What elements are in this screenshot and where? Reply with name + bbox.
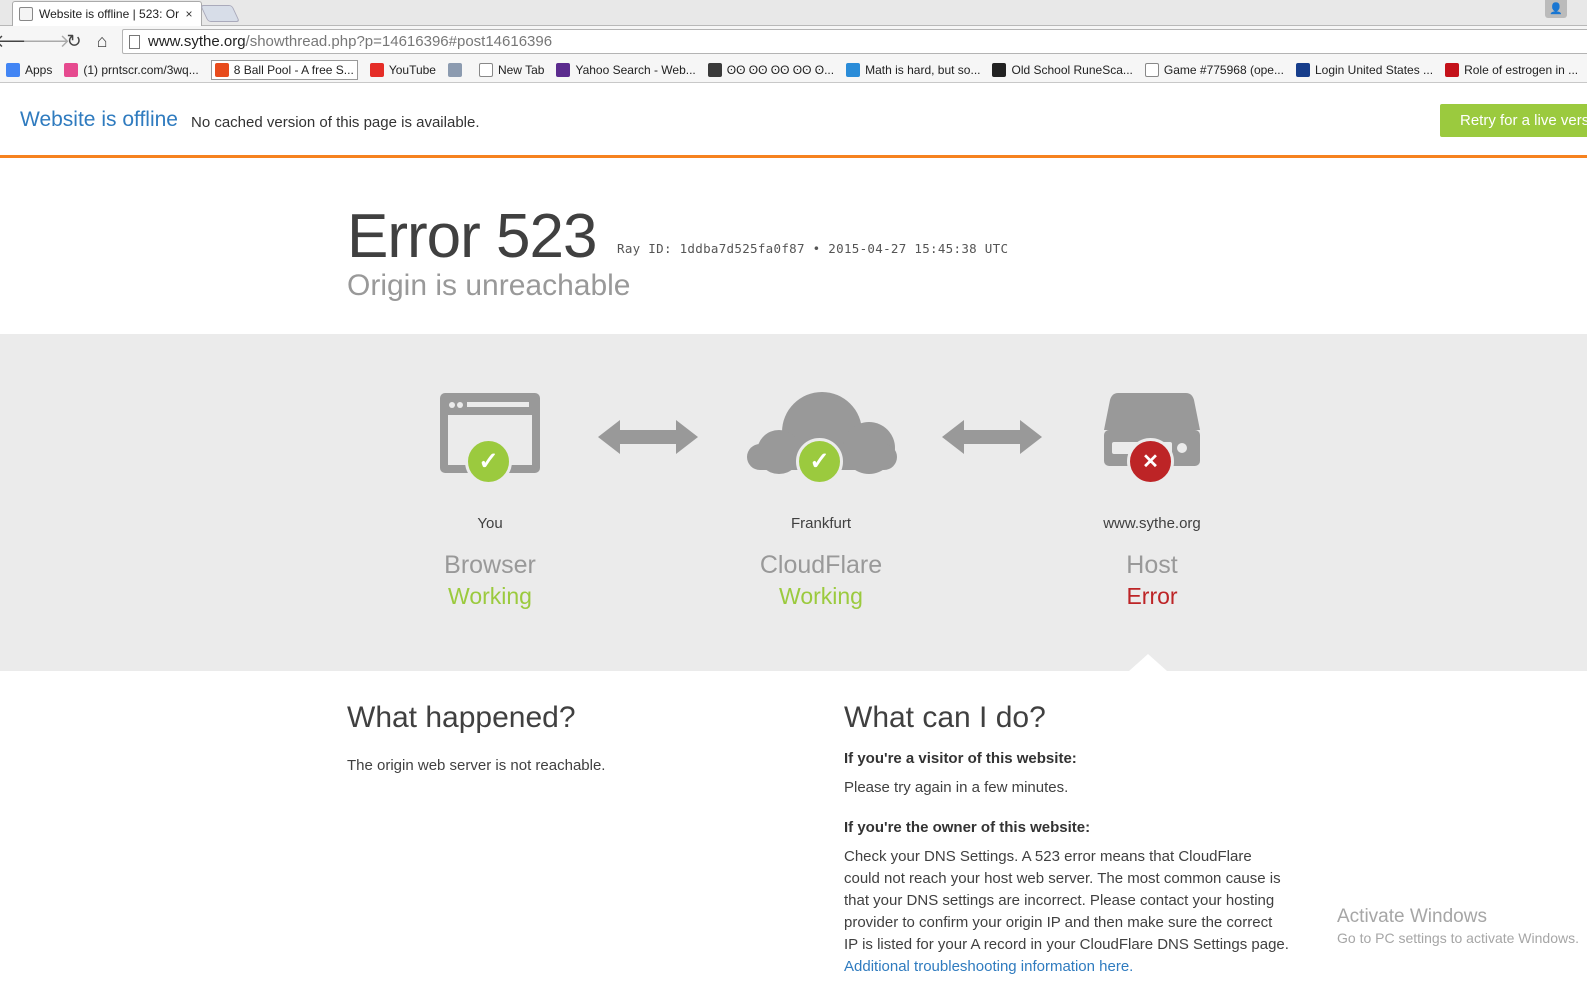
retry-button[interactable]: Retry for a live version <box>1440 104 1587 137</box>
explanation-section: What happened? The origin web server is … <box>0 671 1587 1006</box>
bookmark-label: 8 Ball Pool - A free S... <box>233 62 354 77</box>
ray-id: Ray ID: 1ddba7d525fa0f87 • 2015-04-27 15… <box>617 241 1009 256</box>
activation-watermark: Activate Windows Go to PC settings to ac… <box>1337 906 1579 946</box>
node-name: Host <box>1126 551 1178 579</box>
bookmark-label: YouTube <box>388 62 436 77</box>
node-host: ✕ www.sythe.org Host Error <box>1032 334 1272 609</box>
bookmark-item[interactable]: (1) prntscr.com/3wq... <box>64 62 199 77</box>
new-tab-button[interactable] <box>200 5 240 22</box>
what-happened-text: The origin web server is not reachable. <box>347 757 606 774</box>
error-page: Website is offline No cached version of … <box>0 84 1587 1006</box>
bookmark-label: Math is hard, but so... <box>865 62 981 77</box>
error-subtitle: Origin is unreachable <box>347 269 631 302</box>
error-header: Error 523 Ray ID: 1ddba7d525fa0f87 • 201… <box>0 161 1587 334</box>
reload-icon[interactable]: ↻ <box>60 28 88 56</box>
double-arrow-icon <box>598 420 698 454</box>
bookmark-item[interactable]: ʘʘ ʘʘ ʘʘ ʘʘ ʘ... <box>707 62 835 77</box>
offline-title: Website is offline <box>20 108 178 131</box>
bookmark-label: Login United States ... <box>1314 62 1434 77</box>
watermark-line1: Activate Windows <box>1337 906 1487 927</box>
bookmark-favicon-icon <box>556 62 571 77</box>
error-code: Error 523 <box>347 202 597 271</box>
bookmark-favicon-icon <box>6 62 20 77</box>
tab-strip: Website is offline | 523: Or × 👤 <box>0 0 1587 26</box>
bookmark-item[interactable]: New Tab <box>478 62 545 77</box>
url-path: /showthread.php?p=14616396#post14616396 <box>245 33 553 50</box>
bookmark-label: Game #775968 (ope... <box>1163 62 1284 77</box>
page-favicon-icon <box>19 7 33 21</box>
bookmark-favicon-icon <box>846 62 861 77</box>
offline-bar: Website is offline No cached version of … <box>0 84 1587 158</box>
error-x-icon: ✕ <box>1127 438 1174 485</box>
home-icon[interactable]: ⌂ <box>88 28 116 56</box>
node-status: Working <box>448 583 532 609</box>
node-location: www.sythe.org <box>1103 515 1201 532</box>
bookmark-label: New Tab <box>497 62 545 77</box>
bookmark-favicon-icon <box>64 62 79 77</box>
bookmark-label: Apps <box>25 62 53 77</box>
status-diagram: ✓ You Browser Working ✓ Frankfurt CloudF <box>0 334 1587 671</box>
bookmark-favicon-icon <box>1295 62 1310 77</box>
bookmark-favicon-icon <box>707 62 722 77</box>
close-tab-icon[interactable]: × <box>183 7 195 21</box>
bookmark-favicon-icon <box>447 62 462 77</box>
bookmark-favicon-icon <box>1445 62 1460 77</box>
address-bar[interactable]: www.sythe.org/showthread.php?p=14616396#… <box>122 29 1587 54</box>
node-location: Frankfurt <box>790 515 851 532</box>
node-status: Working <box>779 583 863 609</box>
watermark-line2: Go to PC settings to activate Windows. <box>1337 930 1579 946</box>
page-icon <box>129 34 140 49</box>
owner-heading: If you're the owner of this website: <box>844 819 1091 836</box>
bookmark-item[interactable]: Old School RuneSca... <box>992 62 1133 77</box>
bookmark-favicon-icon <box>214 62 229 77</box>
node-name: CloudFlare <box>759 551 883 579</box>
working-check-icon: ✓ <box>465 438 512 485</box>
bookmark-label: Old School RuneSca... <box>1011 62 1133 77</box>
bookmark-item[interactable] <box>447 62 467 77</box>
bookmark-label: (1) prntscr.com/3wq... <box>83 62 199 77</box>
bookmark-label: Yahoo Search - Web... <box>575 62 696 77</box>
troubleshooting-link[interactable]: Additional troubleshooting information h… <box>844 958 1133 975</box>
owner-text: Check your DNS Settings. A 523 error mea… <box>844 846 1289 978</box>
bookmark-favicon-icon <box>992 62 1007 77</box>
node-status: Error <box>1126 583 1178 609</box>
visitor-text: Please try again in a few minutes. <box>844 779 1069 796</box>
bookmark-favicon-icon <box>478 62 493 77</box>
error-pointer <box>1129 654 1167 671</box>
bookmark-item[interactable]: 8 Ball Pool - A free S... <box>210 59 358 80</box>
node-location: You <box>477 515 503 532</box>
offline-message: No cached version of this page is availa… <box>191 114 480 131</box>
browser-tab[interactable]: Website is offline | 523: Or × <box>12 1 202 26</box>
bookmark-item[interactable]: Game #775968 (ope... <box>1144 62 1284 77</box>
node-cloudflare: ✓ Frankfurt CloudFlare Working <box>701 334 941 609</box>
forward-icon[interactable]: 🡒 <box>22 28 70 56</box>
bookmark-favicon-icon <box>1144 62 1159 77</box>
bookmark-item[interactable]: Yahoo Search - Web... <box>556 62 696 77</box>
what-can-i-do-title: What can I do? <box>844 701 1046 734</box>
double-arrow-icon <box>942 420 1042 454</box>
owner-text-body: Check your DNS Settings. A 523 error mea… <box>844 848 1289 953</box>
visitor-heading: If you're a visitor of this website: <box>844 750 1077 767</box>
url-host: www.sythe.org <box>148 33 246 50</box>
node-browser: ✓ You Browser Working <box>370 334 610 609</box>
what-happened-title: What happened? <box>347 701 576 734</box>
bookmark-label: Role of estrogen in ... <box>1464 62 1579 77</box>
node-name: Browser <box>444 551 536 579</box>
bookmark-item[interactable]: Math is hard, but so... <box>846 62 981 77</box>
bookmark-label: ʘʘ ʘʘ ʘʘ ʘʘ ʘ... <box>726 62 835 77</box>
bookmark-item[interactable]: Login United States ... <box>1295 62 1434 77</box>
bookmark-favicon-icon <box>369 62 384 77</box>
bookmark-item[interactable]: Role of estrogen in ... <box>1445 62 1579 77</box>
tab-title: Website is offline | 523: Or <box>39 7 180 21</box>
bookmark-item[interactable]: YouTube <box>369 62 436 77</box>
bookmarks-bar: Apps (1) prntscr.com/3wq... 8 Ball Pool - … <box>0 57 1587 83</box>
profile-icon[interactable]: 👤 <box>1545 0 1567 18</box>
bookmark-item[interactable]: Apps <box>6 62 53 77</box>
browser-toolbar: 🡐 🡒 ↻ ⌂ www.sythe.org/showthread.php?p=1… <box>0 26 1587 57</box>
working-check-icon: ✓ <box>796 438 843 485</box>
